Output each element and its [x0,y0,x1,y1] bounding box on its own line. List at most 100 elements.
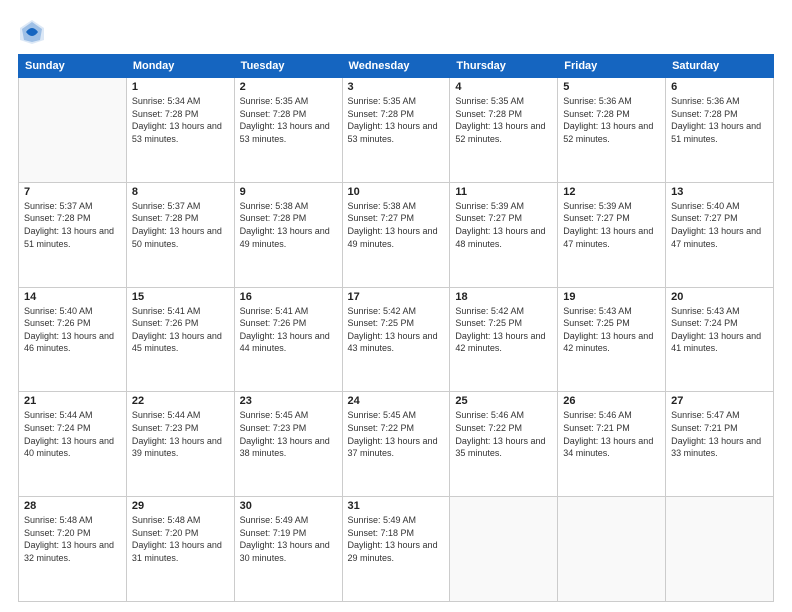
calendar-cell: 31 Sunrise: 5:49 AMSunset: 7:18 PMDayligh… [342,497,450,602]
calendar-cell [666,497,774,602]
calendar-cell: 19 Sunrise: 5:43 AMSunset: 7:25 PMDayligh… [558,287,666,392]
calendar-cell: 21Sunrise: 5:44 AMSunset: 7:24 PMDayligh… [19,392,127,497]
calendar-cell: 10 Sunrise: 5:38 AMSunset: 7:27 PMDayligh… [342,182,450,287]
day-number: 26 [563,395,660,407]
day-number: 21 [24,395,121,407]
calendar-cell [450,497,558,602]
calendar-cell: 17Sunrise: 5:42 AMSunset: 7:25 PMDayligh… [342,287,450,392]
day-info: Sunrise: 5:43 AMSunset: 7:25 PMDaylight:… [563,305,660,355]
day-number: 5 [563,81,660,93]
day-info: Sunrise: 5:41 AMSunset: 7:26 PMDaylight:… [240,305,337,355]
day-info: Sunrise: 5:48 AMSunset: 7:20 PMDaylight:… [132,514,229,564]
col-header-thursday: Thursday [450,55,558,78]
calendar-cell: 6 Sunrise: 5:36 AMSunset: 7:28 PMDaylight… [666,78,774,183]
day-info: Sunrise: 5:34 AMSunset: 7:28 PMDaylight:… [132,95,229,145]
day-info: Sunrise: 5:36 AMSunset: 7:28 PMDaylight:… [563,95,660,145]
day-info: Sunrise: 5:47 AMSunset: 7:21 PMDaylight:… [671,409,768,459]
calendar-cell: 23Sunrise: 5:45 AMSunset: 7:23 PMDayligh… [234,392,342,497]
day-number: 3 [348,81,445,93]
day-number: 28 [24,500,121,512]
calendar-cell: 15 Sunrise: 5:41 AMSunset: 7:26 PMDayligh… [126,287,234,392]
logo-icon [18,18,46,46]
day-number: 15 [132,291,229,303]
calendar-cell: 29 Sunrise: 5:48 AMSunset: 7:20 PMDayligh… [126,497,234,602]
day-number: 27 [671,395,768,407]
day-number: 14 [24,291,121,303]
day-number: 24 [348,395,445,407]
day-number: 6 [671,81,768,93]
day-number: 8 [132,186,229,198]
day-number: 19 [563,291,660,303]
calendar-cell: 2 Sunrise: 5:35 AMSunset: 7:28 PMDaylight… [234,78,342,183]
col-header-monday: Monday [126,55,234,78]
day-info: Sunrise: 5:35 AMSunset: 7:28 PMDaylight:… [240,95,337,145]
day-info: Sunrise: 5:40 AMSunset: 7:27 PMDaylight:… [671,200,768,250]
calendar-cell: 30 Sunrise: 5:49 AMSunset: 7:19 PMDayligh… [234,497,342,602]
day-number: 17 [348,291,445,303]
day-number: 11 [455,186,552,198]
calendar-cell: 28 Sunrise: 5:48 AMSunset: 7:20 PMDayligh… [19,497,127,602]
day-number: 18 [455,291,552,303]
day-info: Sunrise: 5:43 AMSunset: 7:24 PMDaylight:… [671,305,768,355]
day-number: 16 [240,291,337,303]
logo [18,18,50,46]
calendar-cell: 11 Sunrise: 5:39 AMSunset: 7:27 PMDayligh… [450,182,558,287]
day-number: 9 [240,186,337,198]
day-info: Sunrise: 5:48 AMSunset: 7:20 PMDaylight:… [24,514,121,564]
page: SundayMondayTuesdayWednesdayThursdayFrid… [0,0,792,612]
day-info: Sunrise: 5:39 AMSunset: 7:27 PMDaylight:… [455,200,552,250]
col-header-friday: Friday [558,55,666,78]
calendar-cell [19,78,127,183]
day-info: Sunrise: 5:39 AMSunset: 7:27 PMDaylight:… [563,200,660,250]
day-number: 23 [240,395,337,407]
day-number: 31 [348,500,445,512]
calendar-cell: 27 Sunrise: 5:47 AMSunset: 7:21 PMDayligh… [666,392,774,497]
day-info: Sunrise: 5:38 AMSunset: 7:28 PMDaylight:… [240,200,337,250]
calendar-cell: 4 Sunrise: 5:35 AMSunset: 7:28 PMDaylight… [450,78,558,183]
col-header-saturday: Saturday [666,55,774,78]
col-header-sunday: Sunday [19,55,127,78]
calendar-cell: 5 Sunrise: 5:36 AMSunset: 7:28 PMDaylight… [558,78,666,183]
calendar-cell: 22 Sunrise: 5:44 AMSunset: 7:23 PMDayligh… [126,392,234,497]
calendar-cell: 25 Sunrise: 5:46 AMSunset: 7:22 PMDayligh… [450,392,558,497]
calendar-cell: 3 Sunrise: 5:35 AMSunset: 7:28 PMDaylight… [342,78,450,183]
day-info: Sunrise: 5:46 AMSunset: 7:21 PMDaylight:… [563,409,660,459]
day-info: Sunrise: 5:46 AMSunset: 7:22 PMDaylight:… [455,409,552,459]
day-info: Sunrise: 5:45 AMSunset: 7:22 PMDaylight:… [348,409,445,459]
day-info: Sunrise: 5:49 AMSunset: 7:19 PMDaylight:… [240,514,337,564]
calendar-cell: 14Sunrise: 5:40 AMSunset: 7:26 PMDayligh… [19,287,127,392]
day-number: 4 [455,81,552,93]
day-number: 22 [132,395,229,407]
calendar-week-2: 7 Sunrise: 5:37 AMSunset: 7:28 PMDaylight… [19,182,774,287]
day-info: Sunrise: 5:37 AMSunset: 7:28 PMDaylight:… [24,200,121,250]
day-info: Sunrise: 5:35 AMSunset: 7:28 PMDaylight:… [348,95,445,145]
day-number: 29 [132,500,229,512]
calendar-table: SundayMondayTuesdayWednesdayThursdayFrid… [18,54,774,602]
calendar-cell: 24 Sunrise: 5:45 AMSunset: 7:22 PMDayligh… [342,392,450,497]
header [18,18,774,46]
day-info: Sunrise: 5:38 AMSunset: 7:27 PMDaylight:… [348,200,445,250]
day-number: 10 [348,186,445,198]
calendar-week-5: 28 Sunrise: 5:48 AMSunset: 7:20 PMDayligh… [19,497,774,602]
calendar-week-1: 1Sunrise: 5:34 AMSunset: 7:28 PMDaylight… [19,78,774,183]
day-number: 20 [671,291,768,303]
day-info: Sunrise: 5:41 AMSunset: 7:26 PMDaylight:… [132,305,229,355]
calendar-week-3: 14Sunrise: 5:40 AMSunset: 7:26 PMDayligh… [19,287,774,392]
day-number: 25 [455,395,552,407]
calendar-cell: 12Sunrise: 5:39 AMSunset: 7:27 PMDayligh… [558,182,666,287]
day-info: Sunrise: 5:49 AMSunset: 7:18 PMDaylight:… [348,514,445,564]
calendar-cell: 8Sunrise: 5:37 AMSunset: 7:28 PMDaylight… [126,182,234,287]
col-header-tuesday: Tuesday [234,55,342,78]
calendar-cell [558,497,666,602]
day-info: Sunrise: 5:44 AMSunset: 7:23 PMDaylight:… [132,409,229,459]
day-info: Sunrise: 5:36 AMSunset: 7:28 PMDaylight:… [671,95,768,145]
calendar-cell: 20 Sunrise: 5:43 AMSunset: 7:24 PMDayligh… [666,287,774,392]
day-number: 13 [671,186,768,198]
day-number: 30 [240,500,337,512]
day-number: 2 [240,81,337,93]
calendar-cell: 13 Sunrise: 5:40 AMSunset: 7:27 PMDayligh… [666,182,774,287]
day-info: Sunrise: 5:35 AMSunset: 7:28 PMDaylight:… [455,95,552,145]
calendar-cell: 16 Sunrise: 5:41 AMSunset: 7:26 PMDayligh… [234,287,342,392]
day-number: 7 [24,186,121,198]
day-info: Sunrise: 5:42 AMSunset: 7:25 PMDaylight:… [455,305,552,355]
